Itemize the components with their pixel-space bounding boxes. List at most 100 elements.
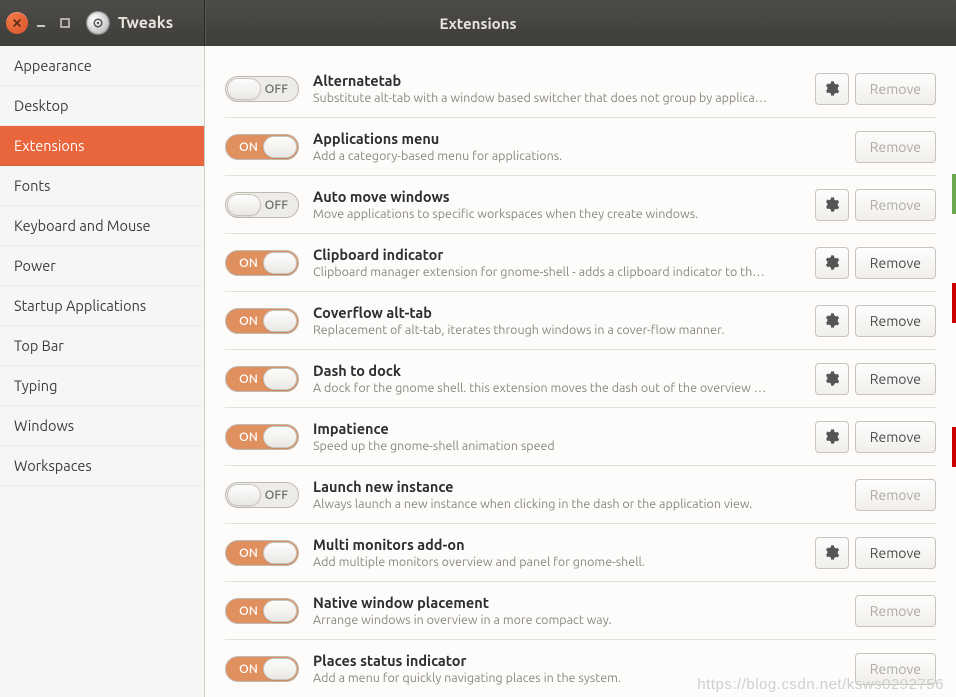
extension-row: ON Impatience Speed up the gnome-shell ani… xyxy=(225,408,936,466)
toggle-knob xyxy=(263,368,297,390)
minimize-button[interactable] xyxy=(30,12,52,34)
toggle-label: OFF xyxy=(265,488,288,502)
toggle-label: ON xyxy=(239,604,258,618)
extension-row: OFF AlternatetabSubstitute alt-tab with a… xyxy=(225,60,936,118)
extension-actions: Remove xyxy=(855,595,936,627)
extension-remove-button: Remove xyxy=(855,131,936,163)
extension-title: Multi monitors add-on xyxy=(313,536,801,553)
gear-icon xyxy=(823,544,840,561)
extension-settings-button[interactable] xyxy=(815,421,849,453)
extension-remove-button: Remove xyxy=(855,595,936,627)
close-button[interactable] xyxy=(6,12,28,34)
maximize-button[interactable] xyxy=(54,12,76,34)
extension-title: Native window placement xyxy=(313,594,841,611)
extension-toggle[interactable]: ON xyxy=(225,656,299,682)
extension-title: Launch new instance xyxy=(313,478,841,495)
toggle-label: ON xyxy=(239,546,258,560)
toggle-label: OFF xyxy=(265,198,288,212)
extension-description: Add a category-based menu for applicatio… xyxy=(313,149,841,163)
extension-toggle[interactable]: ON xyxy=(225,250,299,276)
extension-text: Impatience Speed up the gnome-shell anima… xyxy=(313,420,801,453)
app-icon xyxy=(86,11,110,35)
extension-actions: Remove xyxy=(855,479,936,511)
sidebar-item-fonts[interactable]: Fonts xyxy=(0,166,204,206)
sidebar-item-label: Windows xyxy=(14,417,74,434)
toggle-knob xyxy=(263,310,297,332)
extension-toggle[interactable]: ON xyxy=(225,308,299,334)
extension-settings-button[interactable] xyxy=(815,537,849,569)
extension-settings-button[interactable] xyxy=(815,189,849,221)
toggle-knob xyxy=(263,136,297,158)
sidebar-item-startup-apps[interactable]: Startup Applications xyxy=(0,286,204,326)
sidebar: Appearance Desktop Extensions Fonts Keyboard… xyxy=(0,46,205,697)
toggle-knob xyxy=(227,78,261,100)
toggle-knob xyxy=(263,658,297,680)
extension-toggle[interactable]: ON xyxy=(225,366,299,392)
sidebar-item-label: Fonts xyxy=(14,177,50,194)
extension-actions: Remove xyxy=(815,247,936,279)
extension-toggle[interactable]: ON xyxy=(225,540,299,566)
toggle-knob xyxy=(263,600,297,622)
sidebar-item-keyboard-mouse[interactable]: Keyboard and Mouse xyxy=(0,206,204,246)
sidebar-item-workspaces[interactable]: Workspaces xyxy=(0,446,204,486)
extension-settings-button[interactable] xyxy=(815,247,849,279)
extension-description: Speed up the gnome-shell animation speed xyxy=(313,439,801,453)
sidebar-item-label: Power xyxy=(14,257,56,274)
extension-title: Coverflow alt-tab xyxy=(313,304,801,321)
extension-toggle[interactable]: ON xyxy=(225,134,299,160)
gear-icon xyxy=(823,254,840,271)
extension-text: Native window placementArrange windows i… xyxy=(313,594,841,627)
toggle-knob xyxy=(227,194,261,216)
extension-settings-button[interactable] xyxy=(815,363,849,395)
extension-remove-button[interactable]: Remove xyxy=(855,421,936,453)
extension-title: Applications menu xyxy=(313,130,841,147)
extension-toggle[interactable]: OFF xyxy=(225,192,299,218)
extension-settings-button[interactable] xyxy=(815,305,849,337)
extension-text: AlternatetabSubstitute alt-tab with a wi… xyxy=(313,72,801,105)
sidebar-item-extensions[interactable]: Extensions xyxy=(0,126,204,166)
extension-remove-button[interactable]: Remove xyxy=(855,537,936,569)
sidebar-item-windows[interactable]: Windows xyxy=(0,406,204,446)
extension-description: Substitute alt-tab with a window based s… xyxy=(313,91,801,105)
extension-row: OFF Launch new instanceAlways launch a ne… xyxy=(225,466,936,524)
extension-settings-button[interactable] xyxy=(815,73,849,105)
app-name: Tweaks xyxy=(118,14,173,32)
sidebar-item-appearance[interactable]: Appearance xyxy=(0,46,204,86)
extension-remove-button: Remove xyxy=(855,653,936,685)
extension-row: ON Applications menu Add a category-based … xyxy=(225,118,936,176)
sidebar-item-typing[interactable]: Typing xyxy=(0,366,204,406)
titlebar-separator xyxy=(204,0,205,46)
toggle-knob xyxy=(263,542,297,564)
extension-text: Dash to dockA dock for the gnome shell. … xyxy=(313,362,801,395)
extension-remove-button[interactable]: Remove xyxy=(855,305,936,337)
sidebar-item-top-bar[interactable]: Top Bar xyxy=(0,326,204,366)
extension-actions: Remove xyxy=(815,421,936,453)
edge-indicator xyxy=(952,283,956,323)
extension-remove-button[interactable]: Remove xyxy=(855,247,936,279)
extension-text: Places status indicatorAdd a menu for qu… xyxy=(313,652,841,685)
extension-toggle[interactable]: OFF xyxy=(225,76,299,102)
maximize-icon xyxy=(59,17,71,29)
extension-toggle[interactable]: ON xyxy=(225,598,299,624)
extension-toggle[interactable]: ON xyxy=(225,424,299,450)
gear-icon xyxy=(823,370,840,387)
sidebar-item-label: Desktop xyxy=(14,97,68,114)
extension-text: Launch new instanceAlways launch a new i… xyxy=(313,478,841,511)
minimize-icon xyxy=(35,17,47,29)
close-icon xyxy=(12,18,22,28)
sidebar-item-power[interactable]: Power xyxy=(0,246,204,286)
extension-toggle[interactable]: OFF xyxy=(225,482,299,508)
gear-icon xyxy=(823,196,840,213)
extension-remove-button[interactable]: Remove xyxy=(855,363,936,395)
extension-text: Applications menu Add a category-based me… xyxy=(313,130,841,163)
edge-indicator xyxy=(952,427,956,467)
extension-row: ONMulti monitors add-onAdd multiple moni… xyxy=(225,524,936,582)
sidebar-item-desktop[interactable]: Desktop xyxy=(0,86,204,126)
sidebar-item-label: Workspaces xyxy=(14,457,92,474)
extension-description: Clipboard manager extension for gnome-sh… xyxy=(313,265,801,279)
gear-icon xyxy=(823,312,840,329)
extension-title: Impatience xyxy=(313,420,801,437)
toggle-label: ON xyxy=(239,430,258,444)
sidebar-item-label: Top Bar xyxy=(14,337,64,354)
extension-title: Places status indicator xyxy=(313,652,841,669)
